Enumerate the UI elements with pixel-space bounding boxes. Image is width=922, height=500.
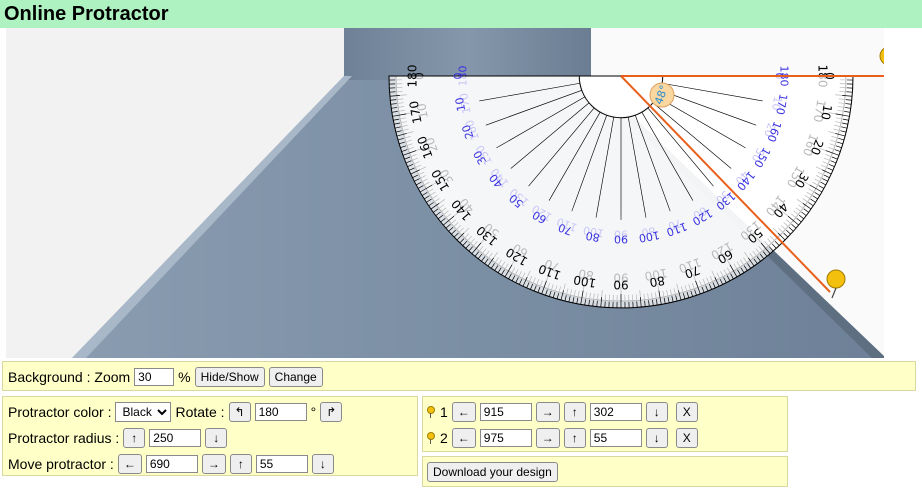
pin-2-x-input[interactable] (479, 429, 532, 447)
outer-scale-label: 90 (613, 278, 628, 292)
protractor-color-label: Protractor color : (8, 404, 112, 420)
protractor-controls-panel: Protractor color : Black Rotate : ↰ ° ↱ … (2, 396, 418, 476)
radius-input[interactable] (149, 429, 202, 447)
pin-1-number: 1 (440, 404, 448, 420)
move-down-button[interactable]: ↓ (311, 454, 334, 474)
pin-2-icon (426, 432, 436, 444)
pin-2-up-button[interactable]: ↑ (563, 428, 586, 448)
pin-2-number: 2 (440, 430, 448, 446)
protractor-radius-label: Protractor radius : (8, 430, 120, 446)
background-panel: Background : Zoom % Hide/Show Change (2, 361, 916, 391)
hide-show-button[interactable]: Hide/Show (194, 367, 265, 387)
outer-scale-label: 180 (406, 65, 420, 88)
inner-scale-label: 80 (585, 229, 601, 244)
zoom-input[interactable] (134, 368, 175, 386)
pin-row-2: 2 ← → ↑ ↓ X (426, 428, 698, 448)
rotate-input[interactable] (254, 403, 307, 421)
background-zoom-label: Background : Zoom (8, 369, 131, 385)
pin-1-up-button[interactable]: ↑ (563, 402, 586, 422)
download-design-button[interactable]: Download your design (427, 462, 558, 482)
inner-scale-label: 10 (453, 96, 468, 112)
pin-1-left-button[interactable]: ← (451, 402, 476, 422)
pin-2-y-input[interactable] (589, 429, 642, 447)
radius-up-button[interactable]: ↑ (123, 428, 146, 448)
rotate-left-button[interactable]: ↰ (228, 402, 251, 422)
protractor-canvas[interactable]: 0102030405060708090100110120130140150160… (6, 28, 884, 358)
pin-1-down-button[interactable]: ↓ (645, 402, 668, 422)
move-left-button[interactable]: ← (117, 454, 142, 474)
canvas-drawing: 0102030405060708090100110120130140150160… (6, 28, 884, 358)
page-title: Online Protractor (4, 3, 169, 25)
pin-1-icon (426, 406, 436, 418)
download-panel: Download your design (422, 456, 788, 487)
inner-scale-label: 0 (452, 73, 465, 80)
percent-label: % (178, 369, 191, 385)
protractor-color-select[interactable]: Black (115, 402, 172, 422)
outer-scale-label: 80 (648, 273, 665, 289)
pin-1-remove-button[interactable]: X (675, 402, 698, 422)
pin-2-remove-button[interactable]: X (675, 428, 698, 448)
rotate-right-button[interactable]: ↱ (320, 402, 343, 422)
move-protractor-label: Move protractor : (8, 456, 114, 472)
pin-1-marker (826, 269, 846, 289)
move-up-button[interactable]: ↑ (229, 454, 252, 474)
change-background-button[interactable]: Change (268, 367, 323, 387)
degree-label: ° (310, 404, 317, 420)
pin-2-right-button[interactable]: → (535, 428, 560, 448)
pin-row-1: 1 ← → ↑ ↓ X (426, 402, 698, 422)
title-bar: Online Protractor (0, 0, 922, 28)
move-x-input[interactable] (145, 455, 198, 473)
inner-scale-label: 90 (614, 232, 628, 245)
pins-panel: 1 ← → ↑ ↓ X 2 ← → ↑ ↓ X (422, 396, 788, 452)
radius-down-button[interactable]: ↓ (205, 428, 228, 448)
move-right-button[interactable]: → (201, 454, 226, 474)
pin-1-right-button[interactable]: → (535, 402, 560, 422)
outer-scale-label: 10 (818, 103, 834, 120)
move-y-input[interactable] (255, 455, 308, 473)
pin-2-left-button[interactable]: ← (451, 428, 476, 448)
pin-1-x-input[interactable] (479, 403, 532, 421)
pin-2-down-button[interactable]: ↓ (645, 428, 668, 448)
rotate-label: Rotate : (175, 404, 225, 420)
pin-1-y-input[interactable] (589, 403, 642, 421)
